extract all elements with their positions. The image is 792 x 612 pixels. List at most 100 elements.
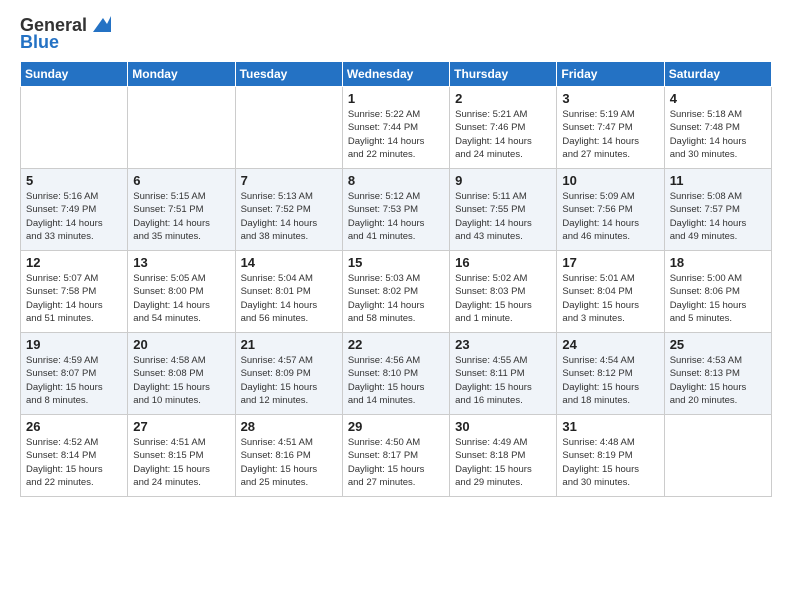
day-info: Sunrise: 4:51 AM Sunset: 8:16 PM Dayligh… xyxy=(241,436,337,489)
day-number: 1 xyxy=(348,91,444,106)
calendar-day-18: 18Sunrise: 5:00 AM Sunset: 8:06 PM Dayli… xyxy=(664,251,771,333)
day-info: Sunrise: 4:50 AM Sunset: 8:17 PM Dayligh… xyxy=(348,436,444,489)
calendar-day-24: 24Sunrise: 4:54 AM Sunset: 8:12 PM Dayli… xyxy=(557,333,664,415)
day-info: Sunrise: 5:18 AM Sunset: 7:48 PM Dayligh… xyxy=(670,108,766,161)
day-info: Sunrise: 5:04 AM Sunset: 8:01 PM Dayligh… xyxy=(241,272,337,325)
day-info: Sunrise: 4:59 AM Sunset: 8:07 PM Dayligh… xyxy=(26,354,122,407)
weekday-header-tuesday: Tuesday xyxy=(235,62,342,87)
calendar-empty-cell xyxy=(664,415,771,497)
day-info: Sunrise: 5:07 AM Sunset: 7:58 PM Dayligh… xyxy=(26,272,122,325)
day-info: Sunrise: 5:21 AM Sunset: 7:46 PM Dayligh… xyxy=(455,108,551,161)
weekday-header-saturday: Saturday xyxy=(664,62,771,87)
weekday-header-wednesday: Wednesday xyxy=(342,62,449,87)
day-number: 26 xyxy=(26,419,122,434)
day-info: Sunrise: 4:56 AM Sunset: 8:10 PM Dayligh… xyxy=(348,354,444,407)
calendar-day-14: 14Sunrise: 5:04 AM Sunset: 8:01 PM Dayli… xyxy=(235,251,342,333)
calendar-day-19: 19 Sunrise: 4:59 AM Sunset: 8:07 PM Dayli… xyxy=(21,333,128,415)
weekday-header-row: SundayMondayTuesdayWednesdayThursdayFrid… xyxy=(21,62,772,87)
calendar-day-15: 15 Sunrise: 5:03 AM Sunset: 8:02 PM Dayli… xyxy=(342,251,449,333)
day-info: Sunrise: 4:51 AM Sunset: 8:15 PM Dayligh… xyxy=(133,436,229,489)
day-info: Sunrise: 5:13 AM Sunset: 7:52 PM Dayligh… xyxy=(241,190,337,243)
day-info: Sunrise: 4:54 AM Sunset: 8:12 PM Dayligh… xyxy=(562,354,658,407)
calendar-empty-cell xyxy=(21,87,128,169)
day-info: Sunrise: 5:01 AM Sunset: 8:04 PM Dayligh… xyxy=(562,272,658,325)
day-number: 15 xyxy=(348,255,444,270)
day-number: 25 xyxy=(670,337,766,352)
day-number: 17 xyxy=(562,255,658,270)
day-info: Sunrise: 5:16 AM Sunset: 7:49 PM Dayligh… xyxy=(26,190,122,243)
header: General Blue xyxy=(20,15,772,53)
day-number: 8 xyxy=(348,173,444,188)
day-number: 29 xyxy=(348,419,444,434)
calendar-day-13: 13Sunrise: 5:05 AM Sunset: 8:00 PM Dayli… xyxy=(128,251,235,333)
day-number: 5 xyxy=(26,173,122,188)
day-info: Sunrise: 5:00 AM Sunset: 8:06 PM Dayligh… xyxy=(670,272,766,325)
day-number: 10 xyxy=(562,173,658,188)
day-number: 7 xyxy=(241,173,337,188)
logo-blue-text: Blue xyxy=(20,32,59,53)
calendar-empty-cell xyxy=(128,87,235,169)
day-info: Sunrise: 5:09 AM Sunset: 7:56 PM Dayligh… xyxy=(562,190,658,243)
day-number: 30 xyxy=(455,419,551,434)
calendar-day-3: 3 Sunrise: 5:19 AM Sunset: 7:47 PM Daylig… xyxy=(557,87,664,169)
day-number: 16 xyxy=(455,255,551,270)
day-number: 22 xyxy=(348,337,444,352)
calendar-empty-cell xyxy=(235,87,342,169)
calendar-week-row: 12 Sunrise: 5:07 AM Sunset: 7:58 PM Dayli… xyxy=(21,251,772,333)
day-number: 31 xyxy=(562,419,658,434)
calendar-day-5: 5 Sunrise: 5:16 AM Sunset: 7:49 PM Daylig… xyxy=(21,169,128,251)
calendar-day-2: 2 Sunrise: 5:21 AM Sunset: 7:46 PM Daylig… xyxy=(450,87,557,169)
day-number: 28 xyxy=(241,419,337,434)
day-info: Sunrise: 4:48 AM Sunset: 8:19 PM Dayligh… xyxy=(562,436,658,489)
day-number: 21 xyxy=(241,337,337,352)
day-info: Sunrise: 5:11 AM Sunset: 7:55 PM Dayligh… xyxy=(455,190,551,243)
day-info: Sunrise: 5:22 AM Sunset: 7:44 PM Dayligh… xyxy=(348,108,444,161)
day-info: Sunrise: 5:15 AM Sunset: 7:51 PM Dayligh… xyxy=(133,190,229,243)
logo-bird-icon xyxy=(89,14,111,34)
calendar-day-26: 26 Sunrise: 4:52 AM Sunset: 8:14 PM Dayli… xyxy=(21,415,128,497)
calendar-day-6: 6 Sunrise: 5:15 AM Sunset: 7:51 PM Daylig… xyxy=(128,169,235,251)
calendar-day-23: 23 Sunrise: 4:55 AM Sunset: 8:11 PM Dayli… xyxy=(450,333,557,415)
weekday-header-friday: Friday xyxy=(557,62,664,87)
day-info: Sunrise: 5:03 AM Sunset: 8:02 PM Dayligh… xyxy=(348,272,444,325)
day-info: Sunrise: 5:19 AM Sunset: 7:47 PM Dayligh… xyxy=(562,108,658,161)
day-number: 20 xyxy=(133,337,229,352)
weekday-header-sunday: Sunday xyxy=(21,62,128,87)
calendar-day-11: 11Sunrise: 5:08 AM Sunset: 7:57 PM Dayli… xyxy=(664,169,771,251)
calendar-day-29: 29 Sunrise: 4:50 AM Sunset: 8:17 PM Dayli… xyxy=(342,415,449,497)
day-number: 2 xyxy=(455,91,551,106)
day-info: Sunrise: 4:55 AM Sunset: 8:11 PM Dayligh… xyxy=(455,354,551,407)
day-number: 6 xyxy=(133,173,229,188)
calendar-day-22: 22 Sunrise: 4:56 AM Sunset: 8:10 PM Dayli… xyxy=(342,333,449,415)
day-info: Sunrise: 4:52 AM Sunset: 8:14 PM Dayligh… xyxy=(26,436,122,489)
calendar-day-10: 10 Sunrise: 5:09 AM Sunset: 7:56 PM Dayli… xyxy=(557,169,664,251)
calendar-week-row: 19 Sunrise: 4:59 AM Sunset: 8:07 PM Dayli… xyxy=(21,333,772,415)
weekday-header-thursday: Thursday xyxy=(450,62,557,87)
day-number: 19 xyxy=(26,337,122,352)
calendar-day-9: 9Sunrise: 5:11 AM Sunset: 7:55 PM Daylig… xyxy=(450,169,557,251)
calendar-day-30: 30 Sunrise: 4:49 AM Sunset: 8:18 PM Dayli… xyxy=(450,415,557,497)
day-number: 27 xyxy=(133,419,229,434)
logo: General Blue xyxy=(20,15,111,53)
day-info: Sunrise: 5:05 AM Sunset: 8:00 PM Dayligh… xyxy=(133,272,229,325)
calendar-day-27: 27 Sunrise: 4:51 AM Sunset: 8:15 PM Dayli… xyxy=(128,415,235,497)
calendar-day-12: 12 Sunrise: 5:07 AM Sunset: 7:58 PM Dayli… xyxy=(21,251,128,333)
calendar-day-31: 31 Sunrise: 4:48 AM Sunset: 8:19 PM Dayli… xyxy=(557,415,664,497)
day-number: 3 xyxy=(562,91,658,106)
calendar-week-row: 26 Sunrise: 4:52 AM Sunset: 8:14 PM Dayli… xyxy=(21,415,772,497)
day-info: Sunrise: 4:49 AM Sunset: 8:18 PM Dayligh… xyxy=(455,436,551,489)
day-number: 12 xyxy=(26,255,122,270)
day-number: 11 xyxy=(670,173,766,188)
calendar-week-row: 1 Sunrise: 5:22 AM Sunset: 7:44 PM Daylig… xyxy=(21,87,772,169)
calendar-table: SundayMondayTuesdayWednesdayThursdayFrid… xyxy=(20,61,772,497)
calendar-day-20: 20 Sunrise: 4:58 AM Sunset: 8:08 PM Dayli… xyxy=(128,333,235,415)
calendar-day-8: 8 Sunrise: 5:12 AM Sunset: 7:53 PM Daylig… xyxy=(342,169,449,251)
weekday-header-monday: Monday xyxy=(128,62,235,87)
day-info: Sunrise: 5:12 AM Sunset: 7:53 PM Dayligh… xyxy=(348,190,444,243)
calendar-day-7: 7 Sunrise: 5:13 AM Sunset: 7:52 PM Daylig… xyxy=(235,169,342,251)
calendar-day-25: 25Sunrise: 4:53 AM Sunset: 8:13 PM Dayli… xyxy=(664,333,771,415)
calendar-day-28: 28 Sunrise: 4:51 AM Sunset: 8:16 PM Dayli… xyxy=(235,415,342,497)
day-number: 23 xyxy=(455,337,551,352)
day-info: Sunrise: 4:58 AM Sunset: 8:08 PM Dayligh… xyxy=(133,354,229,407)
calendar-week-row: 5 Sunrise: 5:16 AM Sunset: 7:49 PM Daylig… xyxy=(21,169,772,251)
